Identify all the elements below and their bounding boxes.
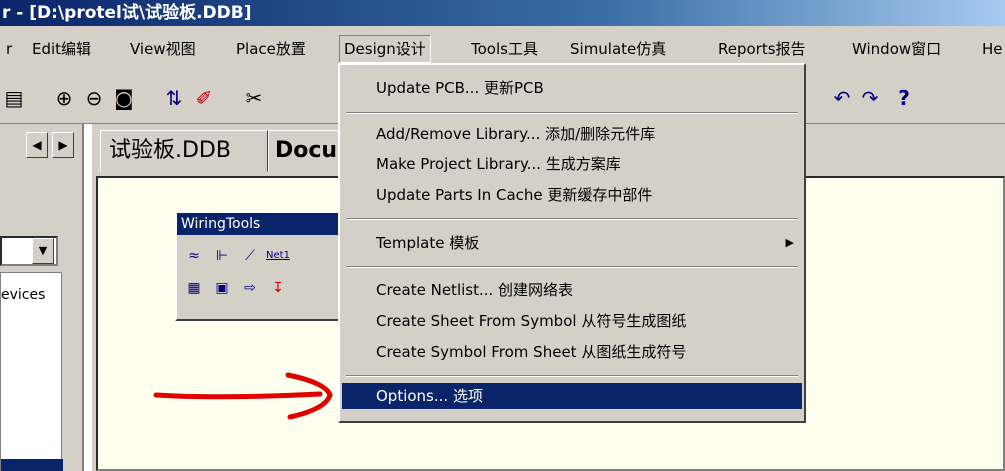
zoom-out-icon[interactable]: ⊖ (80, 84, 108, 112)
menu-separator (346, 375, 798, 377)
annotation-arrow (153, 372, 333, 420)
cross-probe-icon[interactable]: ✂ (240, 84, 268, 112)
redo-icon[interactable]: ↷ (856, 84, 884, 112)
menu-item-options[interactable]: Options... 选项 (342, 383, 802, 409)
menu-item-create-symbol-from-sheet[interactable]: Create Symbol From Sheet 从图纸生成符号 (342, 339, 802, 365)
hierarchy-icon[interactable]: ⇅ (160, 84, 188, 112)
print-icon[interactable]: ▤ (0, 84, 28, 112)
port-icon[interactable]: ⇨ (237, 275, 263, 301)
tab-documents-label: Docu (275, 138, 338, 163)
menu-simulate[interactable]: Simulate仿真 (566, 36, 670, 62)
menu-view[interactable]: View视图 (126, 36, 200, 62)
menu-separator (346, 112, 798, 114)
wire-icon[interactable]: ≈ (181, 243, 207, 269)
zoom-fit-icon[interactable]: ◙ (110, 84, 138, 112)
nav-right-button[interactable]: ▶ (52, 132, 74, 158)
net-label-icon[interactable]: Net1 (265, 243, 291, 269)
library-tree[interactable]: evices (0, 272, 63, 471)
menu-edit[interactable]: Edit编辑 (28, 36, 95, 62)
menu-design[interactable]: Design设计 (339, 35, 431, 63)
tab-documents[interactable]: Docu (268, 130, 348, 172)
tree-selection[interactable] (1, 459, 63, 471)
wand-icon[interactable]: ✐ (190, 84, 218, 112)
menu-tools[interactable]: Tools工具 (467, 36, 542, 62)
submenu-arrow-icon: ▶ (785, 236, 794, 249)
zoom-in-icon[interactable]: ⊕ (50, 84, 78, 112)
menu-item-update-parts-cache[interactable]: Update Parts In Cache 更新缓存中部件 (342, 182, 802, 208)
bus-entry-icon[interactable]: ⟋ (237, 243, 263, 269)
design-menu-dropdown: Update PCB... 更新PCB Add/Remove Library..… (338, 63, 806, 423)
menu-item-update-pcb[interactable]: Update PCB... 更新PCB (342, 75, 802, 101)
menu-window[interactable]: Window窗口 (848, 36, 945, 62)
menu-item-create-sheet-from-symbol[interactable]: Create Sheet From Symbol 从符号生成图纸 (342, 308, 802, 334)
tab-ddb[interactable]: 试验板.DDB (100, 130, 268, 172)
part-icon[interactable]: ▦ (181, 275, 207, 301)
menu-item-create-netlist[interactable]: Create Netlist... 创建网络表 (342, 277, 802, 303)
menu-item-template[interactable]: Template 模板 ▶ (342, 230, 802, 256)
menu-item-template-label: Template 模板 (376, 234, 480, 252)
junction-icon[interactable]: ↧ (265, 275, 291, 301)
nav-left-button[interactable]: ◀ (26, 132, 48, 158)
design-manager-panel: ◀ ▶ ▼ evices (0, 124, 84, 471)
window-title: r - [D:\protel试\试验板.DDB] (2, 3, 252, 23)
help-icon[interactable]: ? (890, 84, 918, 112)
tree-item-devices[interactable]: evices (1, 287, 45, 303)
chevron-down-icon[interactable]: ▼ (32, 238, 54, 264)
tab-ddb-label: 试验板.DDB (109, 138, 231, 163)
menu-separator (346, 266, 798, 268)
undo-icon[interactable]: ↶ (828, 84, 856, 112)
wiring-tools-palette: WiringTools ≈ ⊩ ⟋ Net1 ▦ ▣ ⇨ ↧ (175, 211, 343, 321)
menu-item-make-project-library[interactable]: Make Project Library... 生成方案库 (342, 151, 802, 177)
sheet-symbol-icon[interactable]: ▣ (209, 275, 235, 301)
menu-reports[interactable]: Reports报告 (714, 36, 810, 62)
menu-item-add-remove-library[interactable]: Add/Remove Library... 添加/删除元件库 (342, 121, 802, 147)
menu-file[interactable]: r (2, 36, 16, 62)
menu-help[interactable]: He (978, 36, 1005, 62)
window-title-bar: r - [D:\protel试\试验板.DDB] (0, 0, 1005, 26)
wiring-tools-title[interactable]: WiringTools (177, 213, 341, 235)
menu-separator (346, 218, 798, 220)
menu-place[interactable]: Place放置 (232, 36, 310, 62)
bus-icon[interactable]: ⊩ (209, 243, 235, 269)
